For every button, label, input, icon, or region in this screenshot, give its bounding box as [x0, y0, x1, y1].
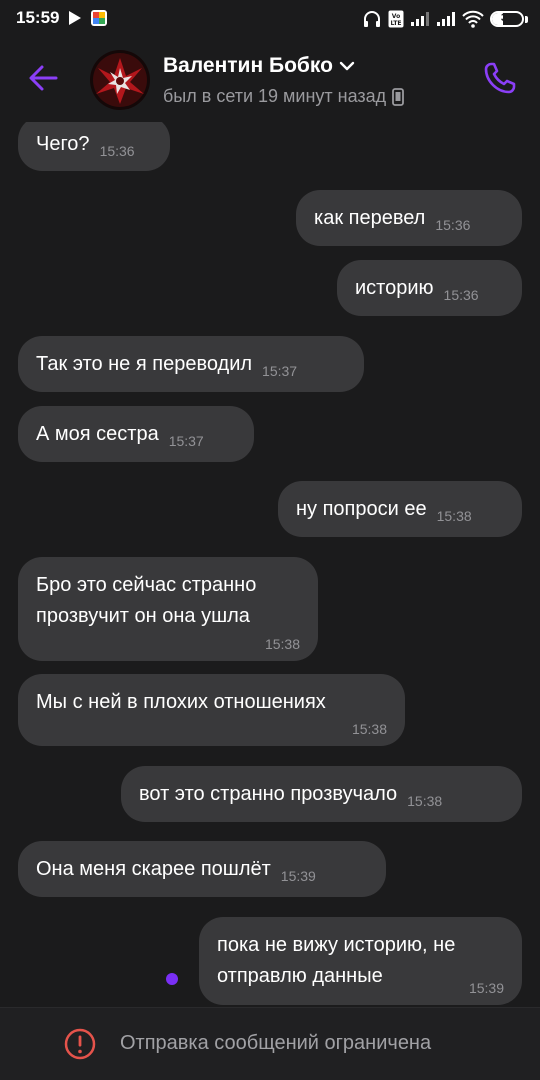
message-time: 15:38	[351, 721, 387, 737]
avatar[interactable]	[90, 50, 150, 110]
message-outgoing[interactable]: как перевел 15:36	[296, 190, 522, 246]
message-time: 15:39	[280, 868, 316, 884]
message-outgoing[interactable]: вот это странно прозвучало 15:38	[121, 766, 522, 822]
message-time: 15:36	[443, 287, 479, 303]
svg-text:LTE: LTE	[390, 20, 401, 27]
battery-nub	[525, 15, 528, 23]
contact-name: Валентин Бобко	[163, 54, 333, 77]
message-incoming[interactable]: Бро это сейчас странно прозвучит он она …	[18, 557, 318, 661]
message-list[interactable]: Чего? 15:36 как перевел 15:36 историю 15:36…	[0, 122, 540, 1007]
message-text: Бро это сейчас странно прозвучит он она …	[36, 574, 257, 627]
message-incoming[interactable]: Она меня скарее пошлёт 15:39	[18, 841, 386, 897]
wifi-icon	[462, 10, 484, 28]
message-text: Так это не я переводил	[36, 353, 253, 375]
chat-header: Валентин Бобко был в сети 19 минут назад	[0, 38, 540, 122]
message-time: 15:39	[468, 980, 504, 996]
status-right-icons: Vo LTE 37	[362, 8, 528, 30]
message-incoming[interactable]: Чего? 15:36	[18, 122, 170, 171]
volte-icon: Vo LTE	[388, 10, 404, 28]
message-text: ну попроси ее	[296, 498, 427, 520]
message-text: как перевел	[314, 207, 426, 229]
phone-device-icon	[392, 87, 405, 106]
call-button[interactable]	[480, 58, 520, 98]
svg-text:Vo: Vo	[392, 13, 400, 20]
signal-icon	[437, 12, 455, 26]
message-time: 15:37	[168, 433, 204, 449]
message-time: 15:36	[435, 217, 471, 233]
alert-circle-icon	[64, 1028, 96, 1060]
battery-icon: 37	[490, 11, 524, 27]
message-outgoing[interactable]: ну попроси ее 15:38	[278, 481, 522, 537]
unread-indicator	[166, 973, 178, 985]
battery-percent: 37	[500, 12, 514, 24]
message-time: 15:38	[436, 508, 472, 524]
message-incoming[interactable]: Так это не я переводил 15:37	[18, 336, 364, 392]
message-time: 15:38	[264, 636, 300, 652]
photos-app-icon	[91, 10, 107, 26]
message-outgoing[interactable]: пока не вижу историю, не отправлю данные…	[199, 917, 522, 1005]
contact-title[interactable]: Валентин Бобко	[163, 54, 355, 78]
message-text: историю	[355, 277, 434, 299]
message-time: 15:37	[262, 363, 298, 379]
last-seen-status: был в сети 19 минут назад	[163, 86, 387, 106]
arrow-left-icon	[29, 65, 58, 91]
message-incoming[interactable]: Мы с ней в плохих отношениях 15:38	[18, 674, 405, 746]
message-text: Чего?	[36, 133, 90, 155]
message-time: 15:36	[99, 143, 135, 159]
message-text: А моя сестра	[36, 423, 159, 445]
back-button[interactable]	[24, 58, 64, 98]
headphones-icon	[364, 11, 380, 27]
avatar-image	[90, 50, 150, 110]
message-incoming[interactable]: А моя сестра 15:37	[18, 406, 254, 462]
signal-icon	[411, 12, 429, 26]
play-icon	[69, 11, 81, 25]
message-text: Мы с ней в плохих отношениях	[36, 691, 326, 713]
message-time: 15:38	[407, 793, 443, 809]
message-text: Она меня скарее пошлёт	[36, 858, 271, 880]
message-outgoing[interactable]: историю 15:36	[337, 260, 522, 316]
message-text: пока не вижу историю, не отправлю данные	[217, 934, 456, 987]
chevron-down-icon	[339, 61, 355, 71]
contact-status-row: был в сети 19 минут назад	[163, 86, 405, 107]
phone-icon	[484, 62, 516, 94]
restricted-message-text: Отправка сообщений ограничена	[120, 1032, 432, 1054]
status-bar: 15:59 Vo LTE 37	[0, 0, 540, 38]
messaging-restricted-bar: Отправка сообщений ограничена	[0, 1007, 540, 1080]
status-time: 15:59	[16, 8, 60, 27]
message-text: вот это странно прозвучало	[139, 783, 398, 805]
status-left-icons	[68, 8, 108, 28]
